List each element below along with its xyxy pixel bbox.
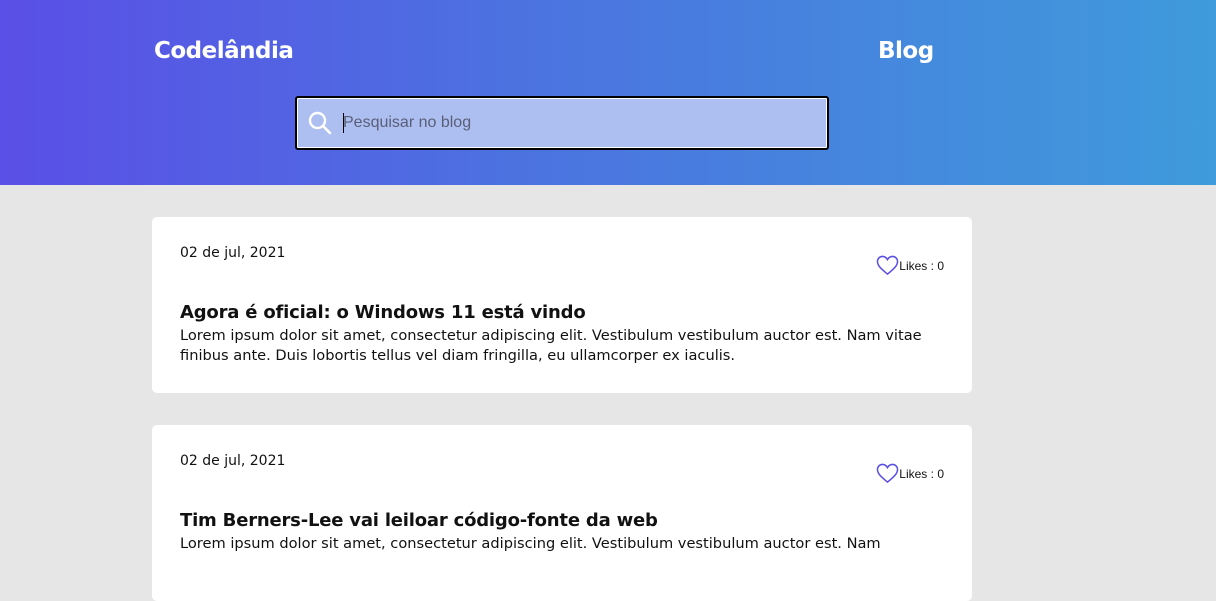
brand-logo[interactable]: Codelândia: [154, 38, 294, 64]
nav-blog-link[interactable]: Blog: [878, 38, 934, 64]
likes-control[interactable]: Likes : 0: [876, 255, 944, 276]
post-date: 02 de jul, 2021: [180, 245, 286, 261]
likes-count: Likes : 0: [899, 258, 944, 273]
search-icon: [308, 111, 332, 135]
post-title[interactable]: Agora é oficial: o Windows 11 está vindo: [180, 302, 586, 323]
header: Codelândia Blog: [0, 0, 1216, 185]
likes-count: Likes : 0: [899, 466, 944, 481]
likes-control[interactable]: Likes : 0: [876, 463, 944, 484]
post-excerpt: Lorem ipsum dolor sit amet, consectetur …: [180, 327, 922, 364]
heart-icon[interactable]: [876, 255, 899, 276]
post-title[interactable]: Tim Berners-Lee vai leiloar código-fonte…: [180, 510, 658, 531]
post-card[interactable]: 02 de jul, 2021 Likes : 0 Tim Berners-Le…: [152, 425, 972, 601]
post-excerpt: Lorem ipsum dolor sit amet, consectetur …: [180, 535, 881, 552]
search-box[interactable]: [295, 96, 829, 150]
post-card[interactable]: 02 de jul, 2021 Likes : 0 Agora é oficia…: [152, 217, 972, 393]
text-caret: [343, 113, 344, 133]
heart-icon[interactable]: [876, 463, 899, 484]
search-input[interactable]: [343, 106, 813, 140]
post-date: 02 de jul, 2021: [180, 453, 286, 469]
